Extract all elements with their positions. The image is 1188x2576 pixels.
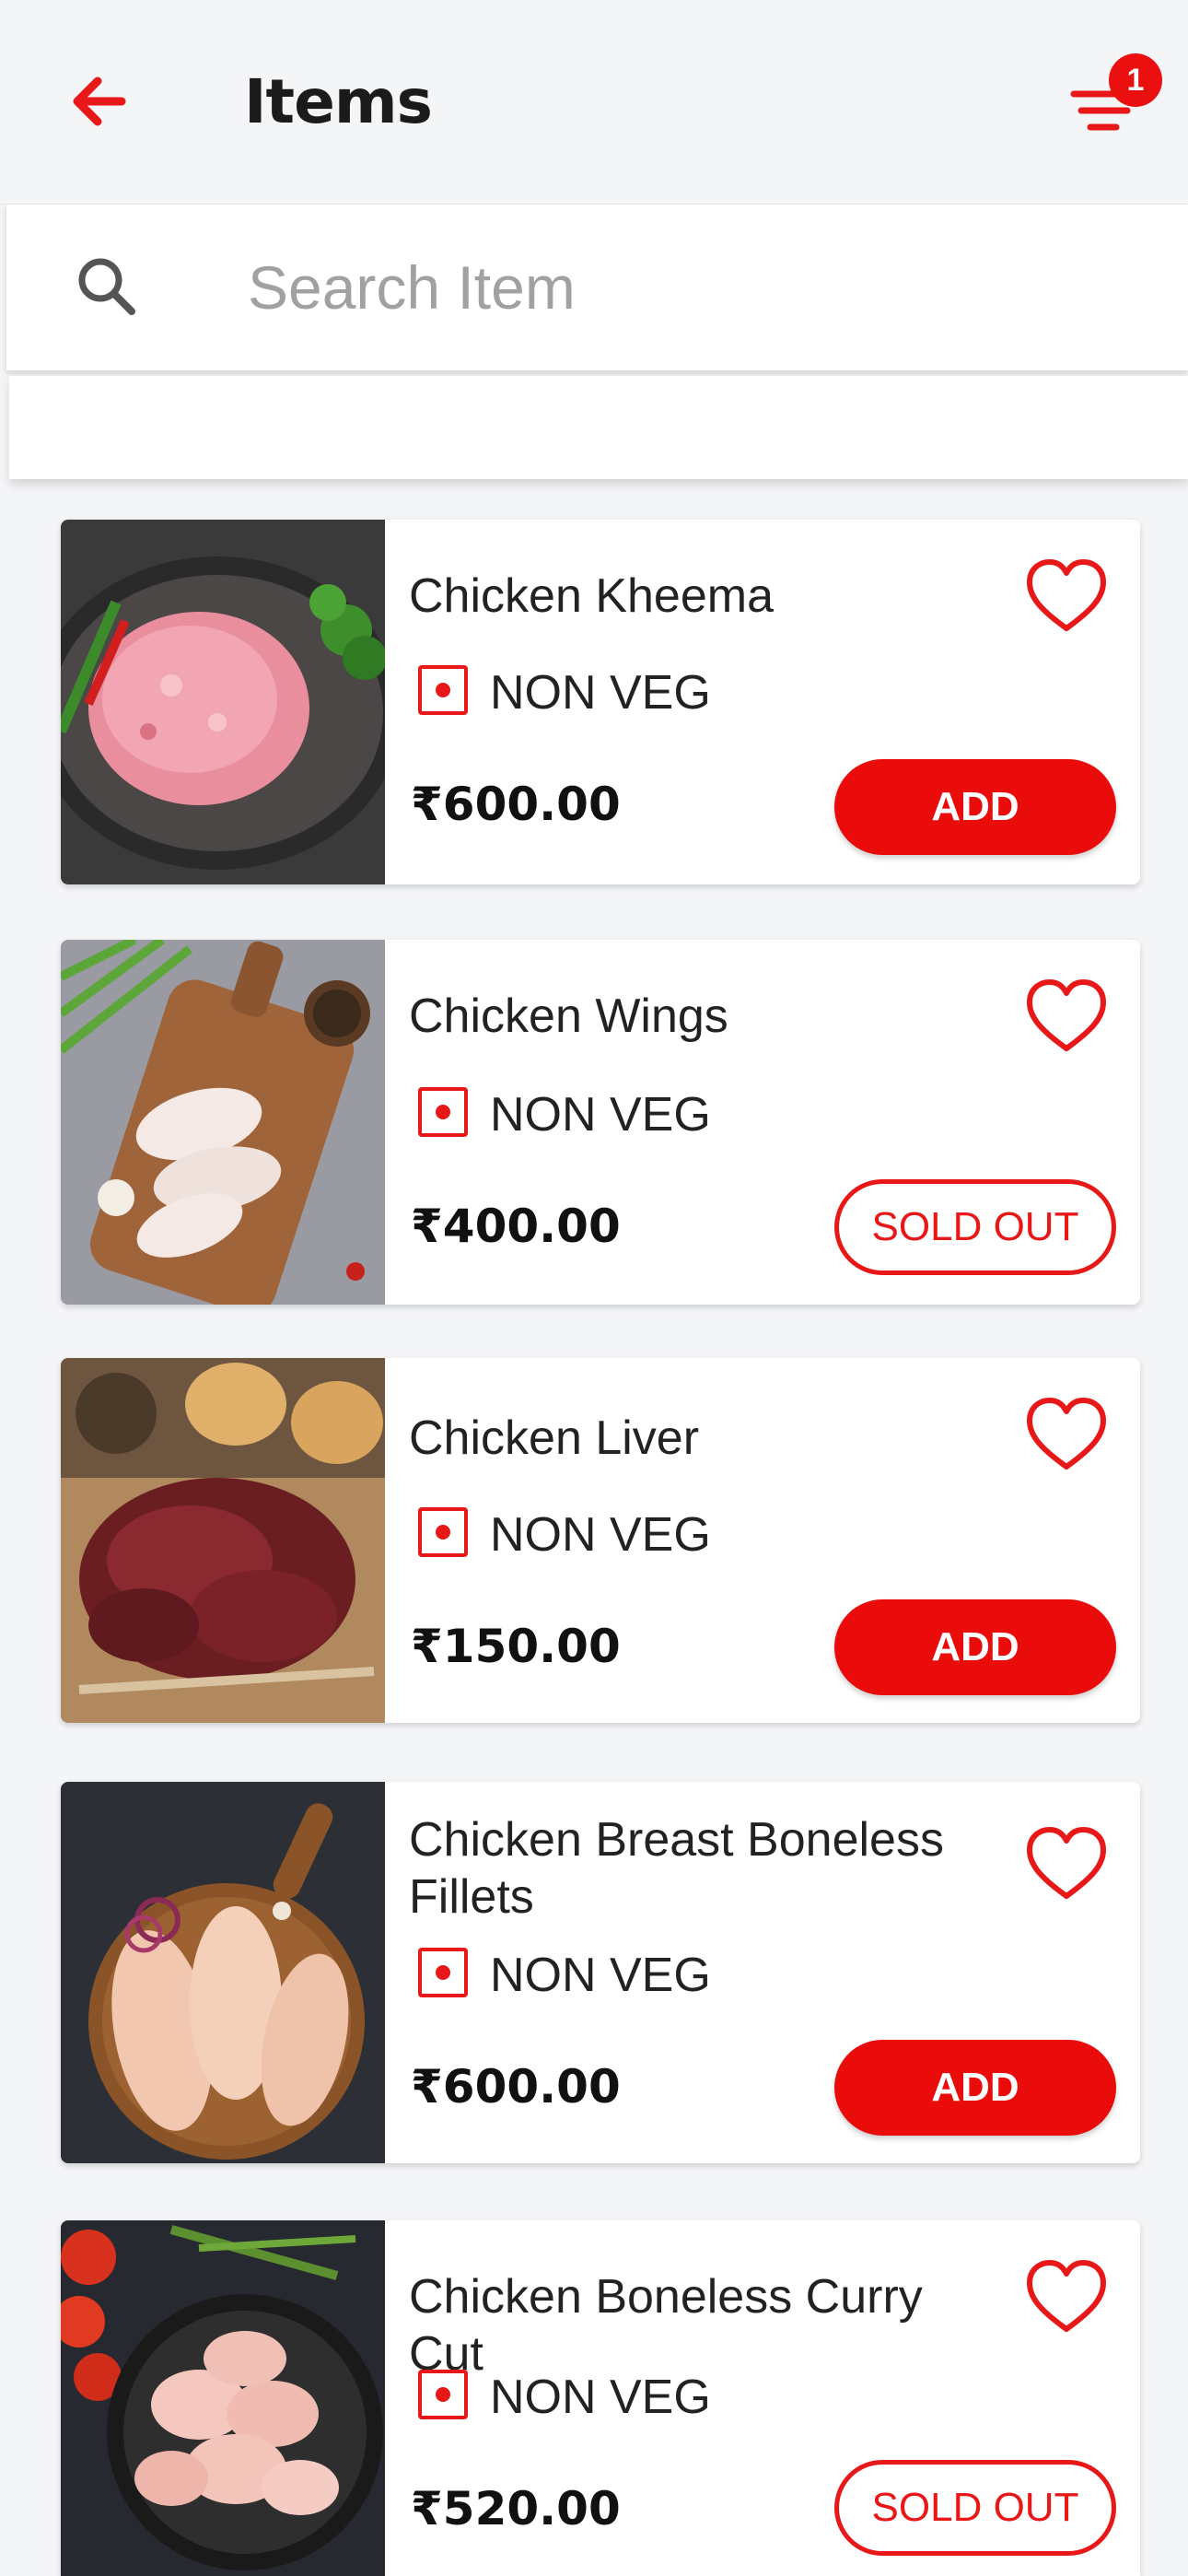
item-name: Chicken Breast Boneless Fillets [409,1813,944,1924]
item-image [61,1358,385,1723]
item-price: ₹150.00 [411,1620,621,1673]
item-price: ₹600.00 [411,2060,621,2113]
item-card[interactable]: Chicken Kheema NON VEG ₹600.00 ADD [61,520,1140,884]
diet-label: NON VEG [490,2371,711,2424]
search-bar [6,205,1188,370]
item-card[interactable]: Chicken Breast Boneless Fillets NON VEG … [61,1782,1140,2163]
sold-out-button[interactable]: SOLD OUT [834,2460,1116,2556]
item-image [61,2220,385,2576]
app-bar: Items 1 [0,0,1188,205]
favorite-button[interactable] [1022,1821,1111,1909]
non-veg-mark-icon [418,1087,468,1137]
favorite-button[interactable] [1022,2254,1111,2342]
diet-label: NON VEG [490,1508,711,1562]
item-name: Chicken Boneless Curry Cut [409,2270,923,2381]
heart-outline-icon [1027,559,1106,631]
filter-count-badge: 1 [1109,53,1162,107]
item-name: Chicken Liver [409,1411,700,1465]
favorite-button[interactable] [1022,1391,1111,1480]
active-filter-strip [9,376,1188,479]
add-button[interactable]: ADD [834,1599,1116,1695]
item-image [61,940,385,1305]
arrow-left-icon [73,76,126,126]
item-card[interactable]: Chicken Wings NON VEG ₹400.00 SOLD OUT [61,940,1140,1305]
heart-outline-icon [1027,1398,1106,1469]
search-input[interactable] [248,241,1132,334]
item-price: ₹520.00 [411,2482,621,2535]
non-veg-mark-icon [418,2370,468,2419]
item-image [61,520,385,884]
item-price: ₹600.00 [411,778,621,831]
item-card[interactable]: Chicken Boneless Curry Cut NON VEG ₹520.… [61,2220,1140,2576]
non-veg-mark-icon [418,1507,468,1557]
add-button[interactable]: ADD [834,759,1116,855]
heart-outline-icon [1027,2260,1106,2332]
favorite-button[interactable] [1022,973,1111,1061]
item-card[interactable]: Chicken Liver NON VEG ₹150.00 ADD [61,1358,1140,1723]
diet-label: NON VEG [490,666,711,720]
non-veg-mark-icon [418,665,468,715]
heart-outline-icon [1027,1827,1106,1899]
item-image [61,1782,385,2163]
non-veg-mark-icon [418,1948,468,1997]
item-name: Chicken Kheema [409,569,774,623]
favorite-button[interactable] [1022,553,1111,641]
diet-label: NON VEG [490,1949,711,2002]
item-price: ₹400.00 [411,1200,621,1253]
sold-out-button[interactable]: SOLD OUT [834,1179,1116,1275]
add-button[interactable]: ADD [834,2040,1116,2136]
search-icon [78,258,135,315]
page-title: Items [244,66,433,137]
diet-label: NON VEG [490,1088,711,1142]
heart-outline-icon [1027,979,1106,1051]
back-button[interactable] [57,63,146,151]
item-name: Chicken Wings [409,989,728,1043]
